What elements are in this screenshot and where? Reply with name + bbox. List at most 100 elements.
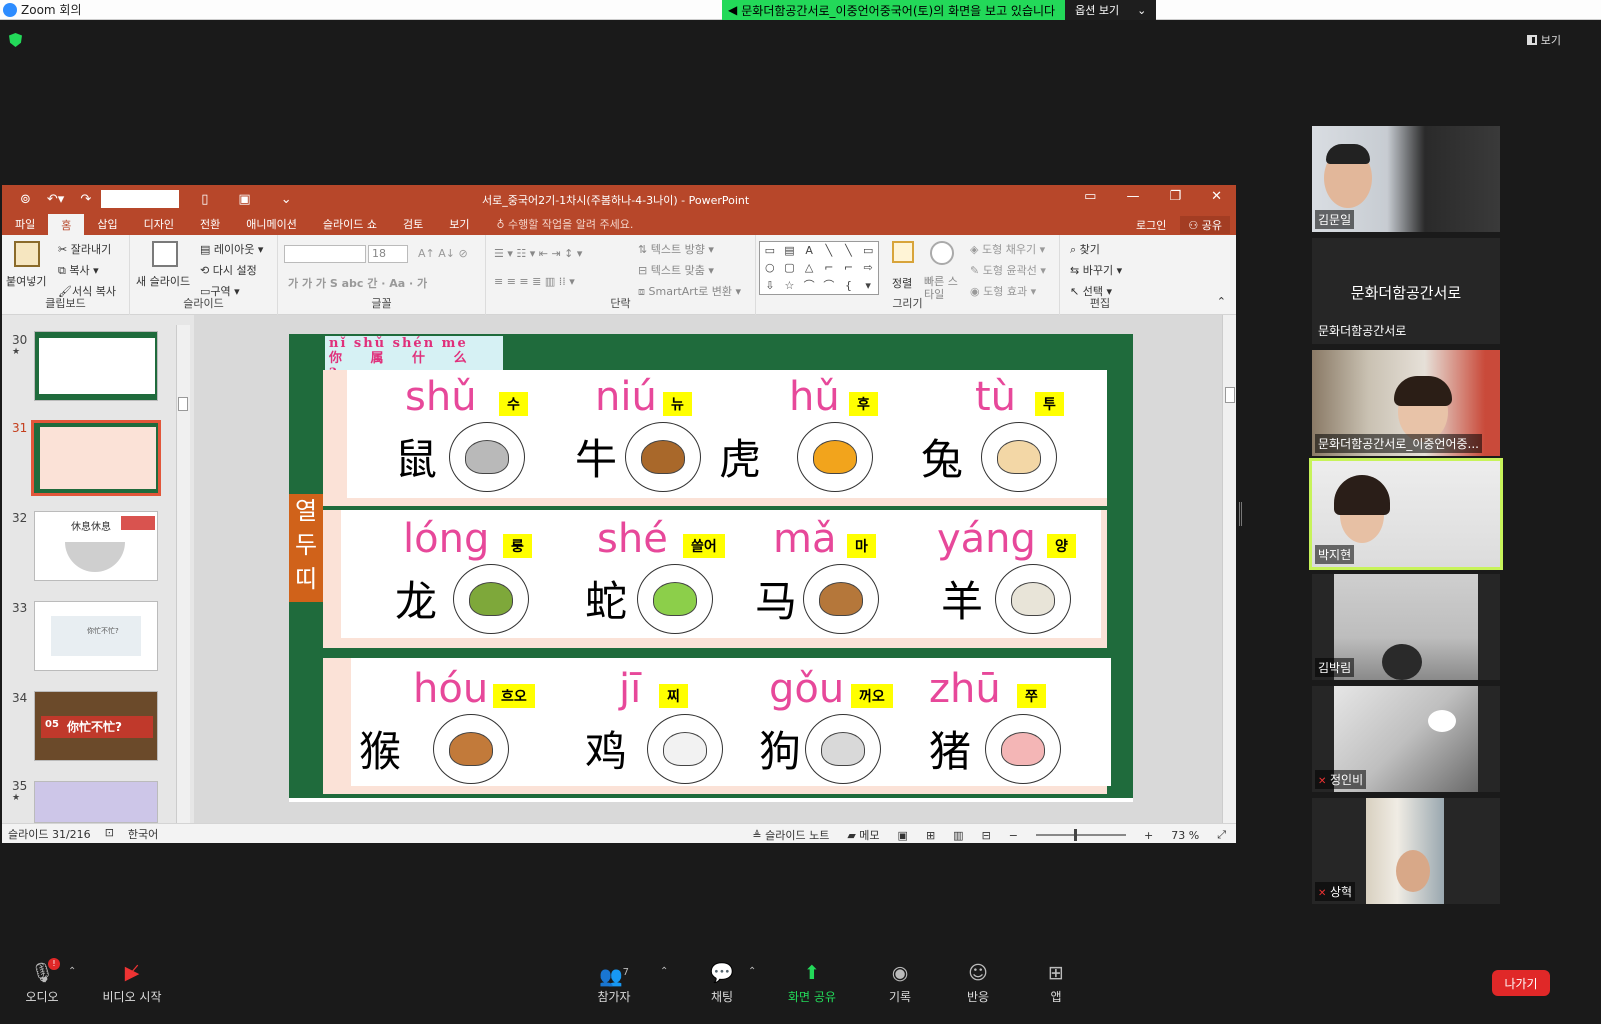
reset-button[interactable]: ⟲ 다시 설정: [200, 262, 257, 278]
comments-button[interactable]: ▰ 메모: [847, 827, 879, 843]
participant-tile-active-speaker[interactable]: 박지현: [1309, 458, 1503, 570]
new-file-icon[interactable]: ▯: [201, 192, 208, 207]
participant-tile[interactable]: ✕ 상혁: [1312, 798, 1500, 904]
tab-view[interactable]: 보기: [436, 213, 482, 235]
language-indicator[interactable]: 한국어: [128, 826, 158, 842]
replace-button[interactable]: ⇆ 바꾸기 ▾: [1070, 262, 1122, 278]
tab-transitions[interactable]: 전환: [187, 213, 233, 235]
touch-mode-icon[interactable]: ⊚: [20, 192, 31, 207]
align-buttons[interactable]: ≡ ≡ ≡ ≣ ▥ ⁞⁞ ▾: [494, 275, 575, 288]
zoom-out-icon[interactable]: −: [1009, 829, 1018, 842]
font-size-dropdown[interactable]: 18: [368, 245, 408, 263]
align-text-button[interactable]: ⊟ 텍스트 맞춤 ▾: [638, 262, 714, 278]
shape-effects-button[interactable]: ◉ 도형 효과 ▾: [970, 283, 1036, 299]
redo-icon[interactable]: ↷: [80, 192, 91, 207]
zoom-level[interactable]: 73 %: [1171, 829, 1199, 842]
close-icon[interactable]: ✕: [1211, 189, 1222, 204]
grow-font-icon[interactable]: A↑ A↓ ⊘: [418, 247, 468, 260]
chat-options-caret[interactable]: ⌃: [748, 966, 756, 977]
customize-icon[interactable]: ⌄: [281, 192, 292, 207]
shapes-gallery[interactable]: ▭ ▤ A ╲ ╲ ▭ ○ ▢ △ ⌐ ⌐ ⇨ ⇩ ☆ ⌒ ⌒{▾: [759, 241, 879, 295]
slide-scrollbar[interactable]: [1222, 315, 1236, 823]
sorter-view-icon[interactable]: ⊞: [926, 829, 935, 842]
new-slide-button[interactable]: 새 슬라이드: [136, 273, 190, 289]
current-slide[interactable]: nǐ shǔ shén me 你 属 什 么 ? 열두띠 鼠 shǔ 수 牛 niú뉴 虎…: [289, 334, 1133, 802]
save-icon[interactable]: ▣: [238, 192, 250, 207]
quick-styles-button[interactable]: 빠른 스타일: [924, 275, 958, 301]
login-link[interactable]: 로그인: [1136, 217, 1166, 233]
tab-insert[interactable]: 삽입: [84, 213, 130, 235]
new-slide-icon[interactable]: [152, 241, 178, 267]
tab-slideshow[interactable]: 슬라이드 쇼: [310, 213, 390, 235]
undo-icon[interactable]: ↶▾: [47, 192, 64, 207]
ribbon-display-icon[interactable]: ▭: [1084, 189, 1096, 204]
participant-tile[interactable]: ✕ 정인비: [1312, 686, 1500, 792]
view-options-button[interactable]: 옵션 보기 ⌄: [1065, 0, 1157, 20]
pen-icon: ✎: [970, 264, 983, 277]
participant-tile[interactable]: 김박림: [1312, 574, 1500, 680]
paste-icon[interactable]: [14, 241, 40, 267]
zoom-slider[interactable]: [1036, 829, 1127, 841]
copy-button[interactable]: ⧉ 복사 ▾: [58, 262, 99, 278]
slide-thumb-31[interactable]: [31, 420, 161, 496]
participants-button[interactable]: 👥7 참가자: [574, 962, 654, 1005]
quick-styles-icon[interactable]: [930, 241, 954, 265]
view-mode-button[interactable]: 보기: [1526, 32, 1561, 48]
share-screen-button[interactable]: ⬆ 화면 공유: [772, 962, 852, 1005]
slide-thumb-35[interactable]: [34, 781, 158, 823]
shape-fill-button[interactable]: ◈ 도형 채우기 ▾: [970, 241, 1045, 257]
font-style-buttons[interactable]: 가 가 가 S abc 간 · Aa · 가: [288, 275, 427, 291]
arrange-icon[interactable]: [892, 241, 914, 263]
find-button[interactable]: ⌕ 찾기: [1070, 241, 1100, 257]
zoom-in-icon[interactable]: +: [1144, 829, 1153, 842]
paste-button[interactable]: 붙여넣기: [6, 273, 46, 289]
reactions-button[interactable]: ☺ 반응: [938, 962, 1018, 1005]
reset-icon: ⟲: [200, 264, 213, 277]
participants-options-caret[interactable]: ⌃: [660, 966, 668, 977]
audio-options-caret[interactable]: ⌃: [68, 966, 76, 977]
font-name-box[interactable]: [101, 190, 180, 208]
record-button[interactable]: ◉ 기록: [860, 962, 940, 1005]
restore-icon[interactable]: ❐: [1169, 189, 1181, 204]
animal-pinyin: mǎ: [773, 516, 837, 562]
tab-file[interactable]: 파일: [2, 213, 48, 235]
tab-animations[interactable]: 애니메이션: [233, 213, 310, 235]
animal-figure-icon: [997, 440, 1041, 474]
tab-review[interactable]: 검토: [390, 213, 436, 235]
notes-button[interactable]: ≜ 슬라이드 노트: [752, 827, 829, 843]
slide-thumb-33[interactable]: 你忙不忙?: [34, 601, 158, 671]
slide-thumb-34[interactable]: 05 你忙不忙?: [34, 691, 158, 761]
tab-home[interactable]: 홈: [48, 214, 85, 236]
cut-button[interactable]: ✂ 잘라내기: [58, 241, 111, 257]
thumbnail-scrollbar[interactable]: [176, 325, 190, 823]
font-family-dropdown[interactable]: [284, 245, 366, 263]
apps-button[interactable]: ⊞ 앱: [1016, 962, 1096, 1005]
slideshow-view-icon[interactable]: ⊟: [982, 829, 991, 842]
security-shield-icon[interactable]: [9, 33, 22, 47]
layout-button[interactable]: ▤ 레이아웃 ▾: [200, 241, 263, 257]
minimize-icon[interactable]: —: [1126, 189, 1139, 204]
text-direction-button[interactable]: ⇅ 텍스트 방향 ▾: [638, 241, 714, 257]
leave-meeting-button[interactable]: 나가기: [1492, 970, 1550, 996]
spellcheck-icon[interactable]: ⊡: [105, 826, 114, 842]
fit-slide-icon[interactable]: ⤢: [1217, 828, 1226, 842]
animal-illustration: [805, 714, 881, 784]
panel-resize-handle[interactable]: [1239, 502, 1242, 526]
view-grid-icon: [1526, 35, 1537, 45]
participant-tile[interactable]: 문화더함공간서로 문화더함공간서로: [1312, 238, 1500, 344]
reading-view-icon[interactable]: ▥: [953, 829, 963, 842]
collapse-ribbon-icon[interactable]: ⌃: [1217, 295, 1226, 308]
start-video-button[interactable]: ▶̸ 비디오 시작: [92, 962, 172, 1005]
list-buttons[interactable]: ☰ ▾ ☷ ▾ ⇤ ⇥ ↕ ▾: [494, 247, 582, 260]
normal-view-icon[interactable]: ▣: [898, 829, 908, 842]
arrange-button[interactable]: 정렬: [892, 275, 912, 291]
participant-tile[interactable]: 문화더함공간서로_이중언어중...: [1312, 350, 1500, 456]
zoom-meeting-window: Zoom 회의 ◀ 문화더함공간서로_이중언어중국어(토)의 화면을 보고 있습…: [0, 0, 1601, 1024]
tab-design[interactable]: 디자인: [131, 213, 187, 235]
participant-tile[interactable]: 김문일: [1312, 126, 1500, 232]
tell-me-search[interactable]: ♁ 수행할 작업을 알려 주세요.: [482, 216, 633, 232]
share-button[interactable]: ⚇ 공유: [1180, 216, 1230, 234]
slide-thumb-30[interactable]: [34, 331, 158, 401]
slide-thumb-32[interactable]: 休息休息: [34, 511, 158, 581]
shape-outline-button[interactable]: ✎ 도형 윤곽선 ▾: [970, 262, 1046, 278]
